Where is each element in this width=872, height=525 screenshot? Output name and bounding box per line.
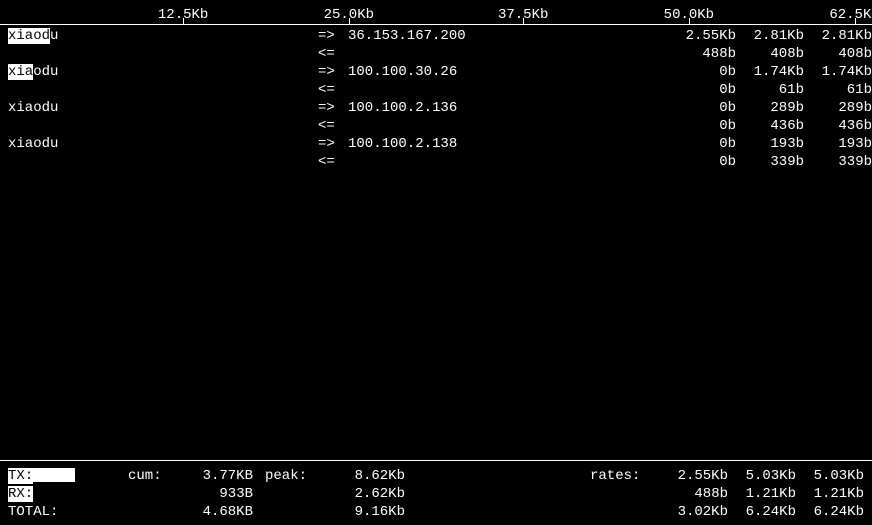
rx-rate-1: 1.21Kb <box>728 485 796 503</box>
rx-rate: 0b <box>668 117 736 135</box>
arrow-tx-icon: => <box>318 27 348 45</box>
summary-row-tx: TX: cum: 3.77KB peak: 8.62Kb rates: 2.55… <box>8 467 864 485</box>
rx-rate: 436b <box>804 117 872 135</box>
rx-rate: 61b <box>804 81 872 99</box>
connection-list: xiaodu=>36.153.167.2002.55Kb2.81Kb2.81Kb… <box>0 25 872 171</box>
tx-cum: 3.77KB <box>183 467 253 485</box>
remote-host: 100.100.2.138 <box>348 135 668 153</box>
arrow-rx-icon: <= <box>318 81 348 99</box>
tx-rate-1: 5.03Kb <box>728 467 796 485</box>
remote-host: 36.153.167.200 <box>348 27 668 45</box>
tx-rate: 2.81Kb <box>736 27 804 45</box>
scale-label: 50.0Kb <box>664 6 714 24</box>
total-rate-0: 3.02Kb <box>660 503 728 521</box>
rx-rate: 339b <box>736 153 804 171</box>
local-host: xiaodu <box>0 63 318 81</box>
tx-label: TX: <box>8 467 128 485</box>
tx-rate: 289b <box>804 99 872 117</box>
rx-peak: 2.62Kb <box>335 485 405 503</box>
scale-label: 62.5Kb <box>829 6 872 24</box>
rates-label: rates: <box>590 467 660 485</box>
rx-cum: 933B <box>183 485 253 503</box>
connection-row-rx: <=0b61b61b <box>0 81 872 99</box>
cum-label: cum: <box>128 467 183 485</box>
rx-rate: 436b <box>736 117 804 135</box>
rx-rate: 61b <box>736 81 804 99</box>
scale-label: 37.5Kb <box>498 6 548 24</box>
tx-rate: 0b <box>668 99 736 117</box>
tx-rate-0: 2.55Kb <box>660 467 728 485</box>
connection-row-rx: <=0b436b436b <box>0 117 872 135</box>
total-cum: 4.68KB <box>183 503 253 521</box>
tx-rate: 193b <box>736 135 804 153</box>
connection-row-rx: <=0b339b339b <box>0 153 872 171</box>
arrow-rx-icon: <= <box>318 45 348 63</box>
tx-rate: 193b <box>804 135 872 153</box>
arrow-rx-icon: <= <box>318 153 348 171</box>
arrow-tx-icon: => <box>318 99 348 117</box>
tx-rate: 0b <box>668 135 736 153</box>
peak-label: peak: <box>253 467 335 485</box>
tx-rate: 2.81Kb <box>804 27 872 45</box>
remote-host: 100.100.2.136 <box>348 99 668 117</box>
total-label: TOTAL: <box>8 503 128 521</box>
summary-divider <box>0 460 872 461</box>
total-peak: 9.16Kb <box>335 503 405 521</box>
rx-rate: 408b <box>736 45 804 63</box>
tx-rate-2: 5.03Kb <box>796 467 864 485</box>
connection-row-tx: xiaodu=>36.153.167.2002.55Kb2.81Kb2.81Kb <box>0 27 872 45</box>
tx-rate: 1.74Kb <box>736 63 804 81</box>
tx-rate: 0b <box>668 63 736 81</box>
connection-row-tx: xiaodu=>100.100.2.1360b289b289b <box>0 99 872 117</box>
connection-row-tx: xiaodu=>100.100.30.260b1.74Kb1.74Kb <box>0 63 872 81</box>
rx-rate: 0b <box>668 153 736 171</box>
arrow-rx-icon: <= <box>318 117 348 135</box>
remote-host: 100.100.30.26 <box>348 63 668 81</box>
total-rate-2: 6.24Kb <box>796 503 864 521</box>
local-host: xiaodu <box>0 27 318 45</box>
arrow-tx-icon: => <box>318 135 348 153</box>
arrow-tx-icon: => <box>318 63 348 81</box>
tx-rate: 2.55Kb <box>668 27 736 45</box>
connection-row-rx: <=488b408b408b <box>0 45 872 63</box>
rx-rate-0: 488b <box>660 485 728 503</box>
tx-peak: 8.62Kb <box>335 467 405 485</box>
summary-row-rx: RX: 933B 2.62Kb 488b 1.21Kb 1.21Kb <box>8 485 864 503</box>
scale-label: 25.0Kb <box>324 6 374 24</box>
scale-label: 12.5Kb <box>158 6 208 24</box>
tx-rate: 1.74Kb <box>804 63 872 81</box>
summary-row-total: TOTAL: 4.68KB 9.16Kb 3.02Kb 6.24Kb 6.24K… <box>8 503 864 521</box>
tx-rate: 289b <box>736 99 804 117</box>
rx-rate: 339b <box>804 153 872 171</box>
rx-rate: 0b <box>668 81 736 99</box>
local-host: xiaodu <box>0 99 318 117</box>
summary-panel: TX: cum: 3.77KB peak: 8.62Kb rates: 2.55… <box>0 467 872 521</box>
connection-row-tx: xiaodu=>100.100.2.1380b193b193b <box>0 135 872 153</box>
rx-rate: 488b <box>668 45 736 63</box>
rx-rate-2: 1.21Kb <box>796 485 864 503</box>
total-rate-1: 6.24Kb <box>728 503 796 521</box>
rx-label: RX: <box>8 485 128 503</box>
rx-rate: 408b <box>804 45 872 63</box>
bandwidth-scale: 12.5Kb 25.0Kb 37.5Kb 50.0Kb 62.5Kb <box>0 6 872 25</box>
local-host: xiaodu <box>0 135 318 153</box>
tx-bar <box>33 468 75 482</box>
